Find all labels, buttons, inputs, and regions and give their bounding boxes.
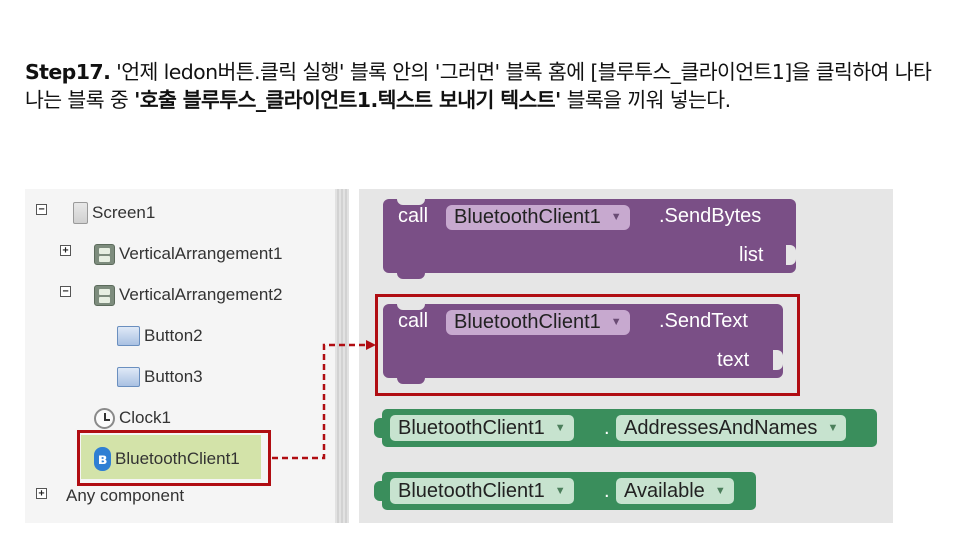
connector-line bbox=[272, 343, 372, 460]
arrowhead-icon bbox=[366, 340, 376, 350]
connector-arrow bbox=[272, 340, 376, 460]
